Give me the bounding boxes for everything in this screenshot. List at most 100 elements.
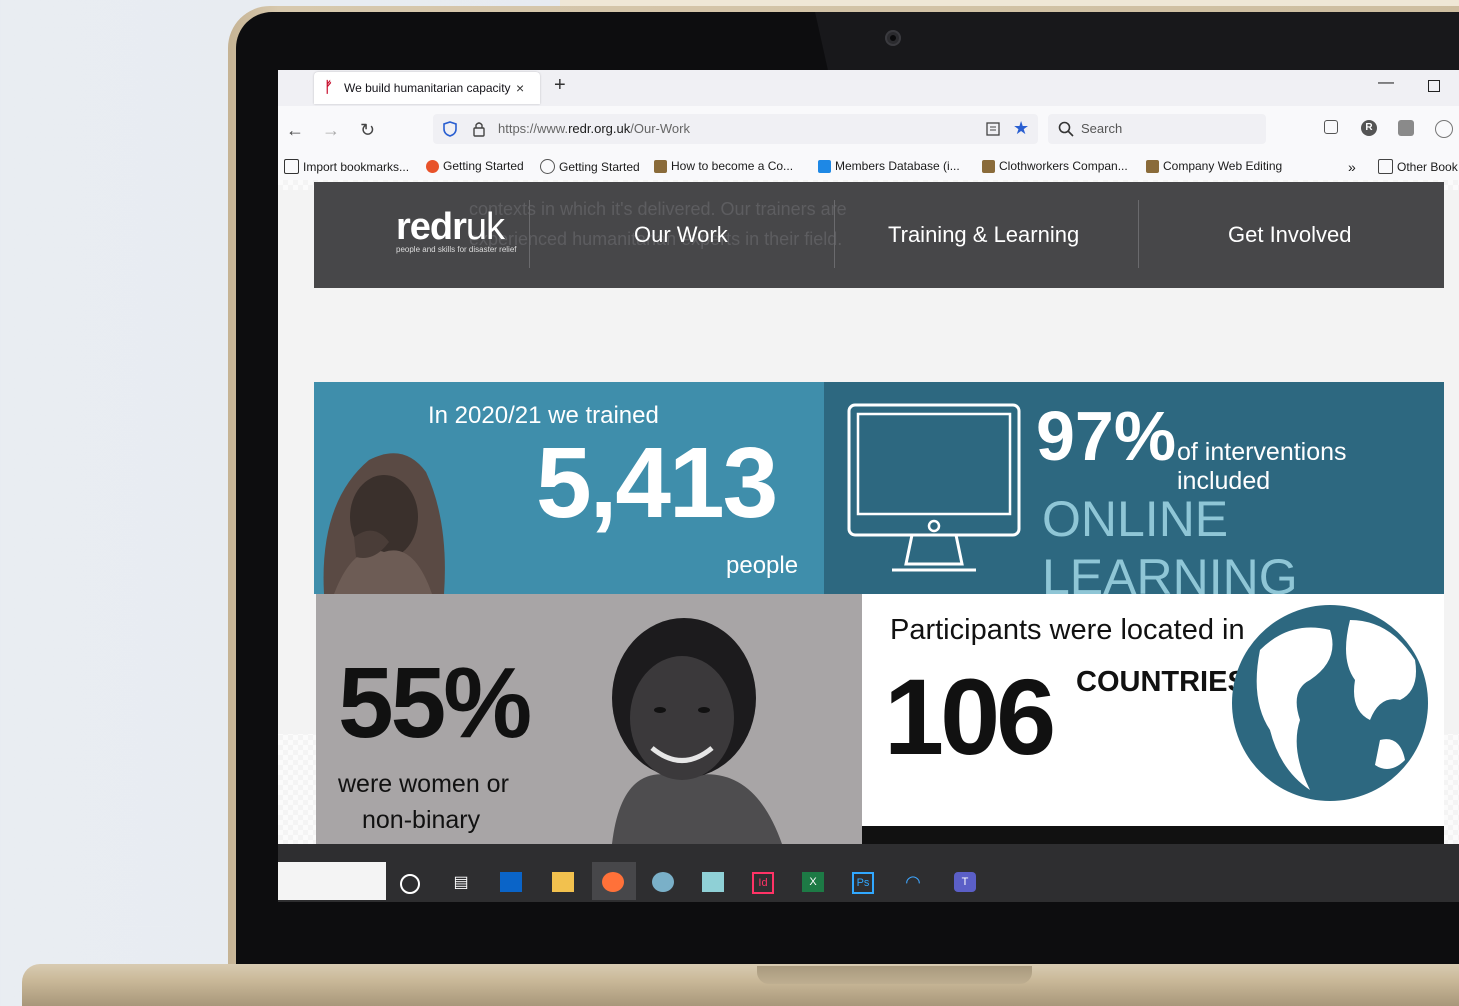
stat-tile-women: 55% were women or non-binary	[316, 594, 862, 844]
ghost-line: contexts in which it's delivered. Our tr…	[469, 199, 847, 219]
bookmark-label: Getting Started	[559, 159, 640, 174]
nav-divider	[834, 200, 835, 268]
bookmark-label: Clothworkers Compan...	[999, 159, 1128, 173]
bookmark-how-to-become[interactable]: How to become a Co...	[654, 159, 793, 173]
laptop-screen: ᚠ We build humanitarian capacity × + — ←…	[278, 70, 1459, 902]
tab-close-icon[interactable]: ×	[516, 80, 524, 96]
women-line1: were women or	[338, 770, 509, 798]
online-text: of interventions included	[1177, 438, 1347, 495]
nav-divider	[529, 200, 530, 268]
countries-label: COUNTRIES	[1076, 666, 1247, 698]
photoshop-icon[interactable]: Ps	[852, 872, 874, 894]
window-maximize-button[interactable]	[1428, 80, 1440, 92]
nav-training-learning[interactable]: Training & Learning	[888, 222, 1079, 248]
outlook-icon[interactable]	[500, 872, 522, 892]
bookmark-label: Import bookmarks...	[303, 159, 410, 174]
bookmark-members-database[interactable]: Members Database (i...	[818, 159, 960, 173]
bookmark-clothworkers[interactable]: Clothworkers Compan...	[982, 159, 1128, 173]
reload-icon[interactable]: ↻	[360, 120, 375, 141]
logo-light: uk	[465, 206, 505, 248]
windows-taskbar: ▤ Id X Ps ◠ T	[278, 844, 1459, 902]
sync-icon[interactable]	[1435, 120, 1453, 138]
bookmark-other[interactable]: Other Book	[1378, 159, 1458, 174]
cortana-icon[interactable]	[400, 874, 420, 894]
stat-tile-countries: Participants were located in 106 COUNTRI…	[862, 594, 1444, 826]
webcam-icon	[885, 30, 901, 46]
stat-tile-trained: In 2020/21 we trained 5,413 people	[314, 382, 824, 594]
search-placeholder: Search	[1081, 121, 1123, 136]
indesign-icon[interactable]: Id	[752, 872, 774, 894]
bezel-reflection	[815, 12, 1459, 70]
bookmark-getting-started-1[interactable]: Getting Started	[426, 159, 524, 173]
browser-navigation-bar: ← → ↻ https://www.redr.org.uk/Our-Work ★	[278, 106, 1459, 156]
search-bar[interactable]: Search	[1048, 114, 1266, 144]
nav-divider	[1138, 200, 1139, 268]
bookmark-label: How to become a Co...	[671, 159, 794, 173]
address-bar[interactable]: https://www.redr.org.uk/Our-Work ★	[433, 114, 1038, 144]
trained-unit: people	[726, 552, 799, 579]
bookmark-import[interactable]: Import bookmarks...	[284, 159, 409, 174]
globe-icon	[540, 159, 555, 174]
countries-count: 106	[884, 656, 1056, 777]
smiling-woman-photo	[612, 618, 782, 844]
notes-icon[interactable]	[702, 872, 724, 892]
laptop-base	[22, 964, 1459, 1006]
bookmarks-toolbar: Import bookmarks... Getting Started Gett…	[278, 154, 1459, 180]
info-icon	[818, 159, 831, 173]
crest-icon	[982, 159, 995, 173]
globe-icon	[1232, 605, 1428, 801]
bookmark-label: Company Web Editing	[1163, 159, 1283, 173]
shield-icon[interactable]	[443, 121, 457, 137]
redr-logo[interactable]: redruk people and skills for disaster re…	[396, 206, 517, 254]
excel-icon[interactable]: X	[802, 872, 824, 892]
countries-intro: Participants were located in	[890, 614, 1245, 646]
teams-icon[interactable]: T	[954, 872, 976, 892]
browser-tab-bar: ᚠ We build humanitarian capacity × + —	[278, 70, 1459, 106]
task-view-icon[interactable]: ▤	[450, 872, 472, 892]
bookmark-star-icon[interactable]: ★	[1013, 118, 1029, 139]
site-header: contexts in which it's delivered. Our tr…	[314, 182, 1444, 288]
nav-get-involved[interactable]: Get Involved	[1228, 222, 1352, 248]
reader-view-icon[interactable]	[986, 122, 1000, 136]
firefox-icon[interactable]	[602, 872, 624, 892]
firefox-icon	[426, 159, 439, 173]
online-caption: ONLINE LEARNING	[1042, 491, 1298, 594]
url-text: https://www.redr.org.uk/Our-Work	[498, 121, 690, 136]
taskbar-search-box[interactable]	[278, 862, 386, 900]
bookmark-label: Getting Started	[443, 159, 524, 173]
bookmark-getting-started-2[interactable]: Getting Started	[540, 159, 640, 174]
paint-icon[interactable]	[652, 872, 674, 892]
nav-our-work[interactable]: Our Work	[634, 222, 728, 248]
bookmark-label: Other Book	[1397, 159, 1458, 174]
import-icon	[284, 159, 299, 174]
file-explorer-icon[interactable]	[552, 872, 574, 892]
woman-headscarf-photo	[323, 453, 445, 594]
bookmarks-overflow-chevron-icon[interactable]: »	[1348, 159, 1356, 175]
lock-icon[interactable]	[473, 121, 485, 137]
computer-monitor-icon	[847, 403, 1021, 572]
logo-tagline: people and skills for disaster relief	[396, 245, 517, 254]
account-avatar-icon[interactable]: R	[1361, 120, 1377, 136]
stat-tile-online: 97% of interventions included ONLINE LEA…	[824, 382, 1444, 594]
bookmark-label: Members Database (i...	[835, 159, 960, 173]
tab-title: We build humanitarian capacity	[344, 81, 511, 95]
back-arrow-icon[interactable]: ←	[286, 120, 304, 141]
laptop-hinge-notch	[757, 966, 1032, 984]
women-line2: non-binary	[362, 806, 481, 834]
window-minimize-button[interactable]: —	[1378, 74, 1394, 92]
trained-count: 5,413	[536, 427, 778, 539]
wifi-icon[interactable]: ◠	[902, 872, 924, 892]
search-icon	[1058, 121, 1074, 137]
folder-icon	[1378, 159, 1393, 174]
extension-icon[interactable]	[1398, 120, 1414, 136]
redr-favicon-icon: ᚠ	[324, 79, 334, 96]
pocket-icon[interactable]	[1324, 120, 1338, 134]
online-percentage: 97%	[1036, 397, 1177, 475]
crest-icon	[654, 159, 667, 173]
forward-arrow-icon[interactable]: →	[322, 120, 340, 141]
logo-bold: redr	[396, 206, 467, 248]
bookmark-company-web-editing[interactable]: Company Web Editing	[1146, 159, 1282, 173]
browser-tab-active[interactable]: ᚠ We build humanitarian capacity ×	[314, 72, 540, 104]
new-tab-button[interactable]: +	[554, 74, 566, 97]
crest-icon	[1146, 159, 1159, 173]
